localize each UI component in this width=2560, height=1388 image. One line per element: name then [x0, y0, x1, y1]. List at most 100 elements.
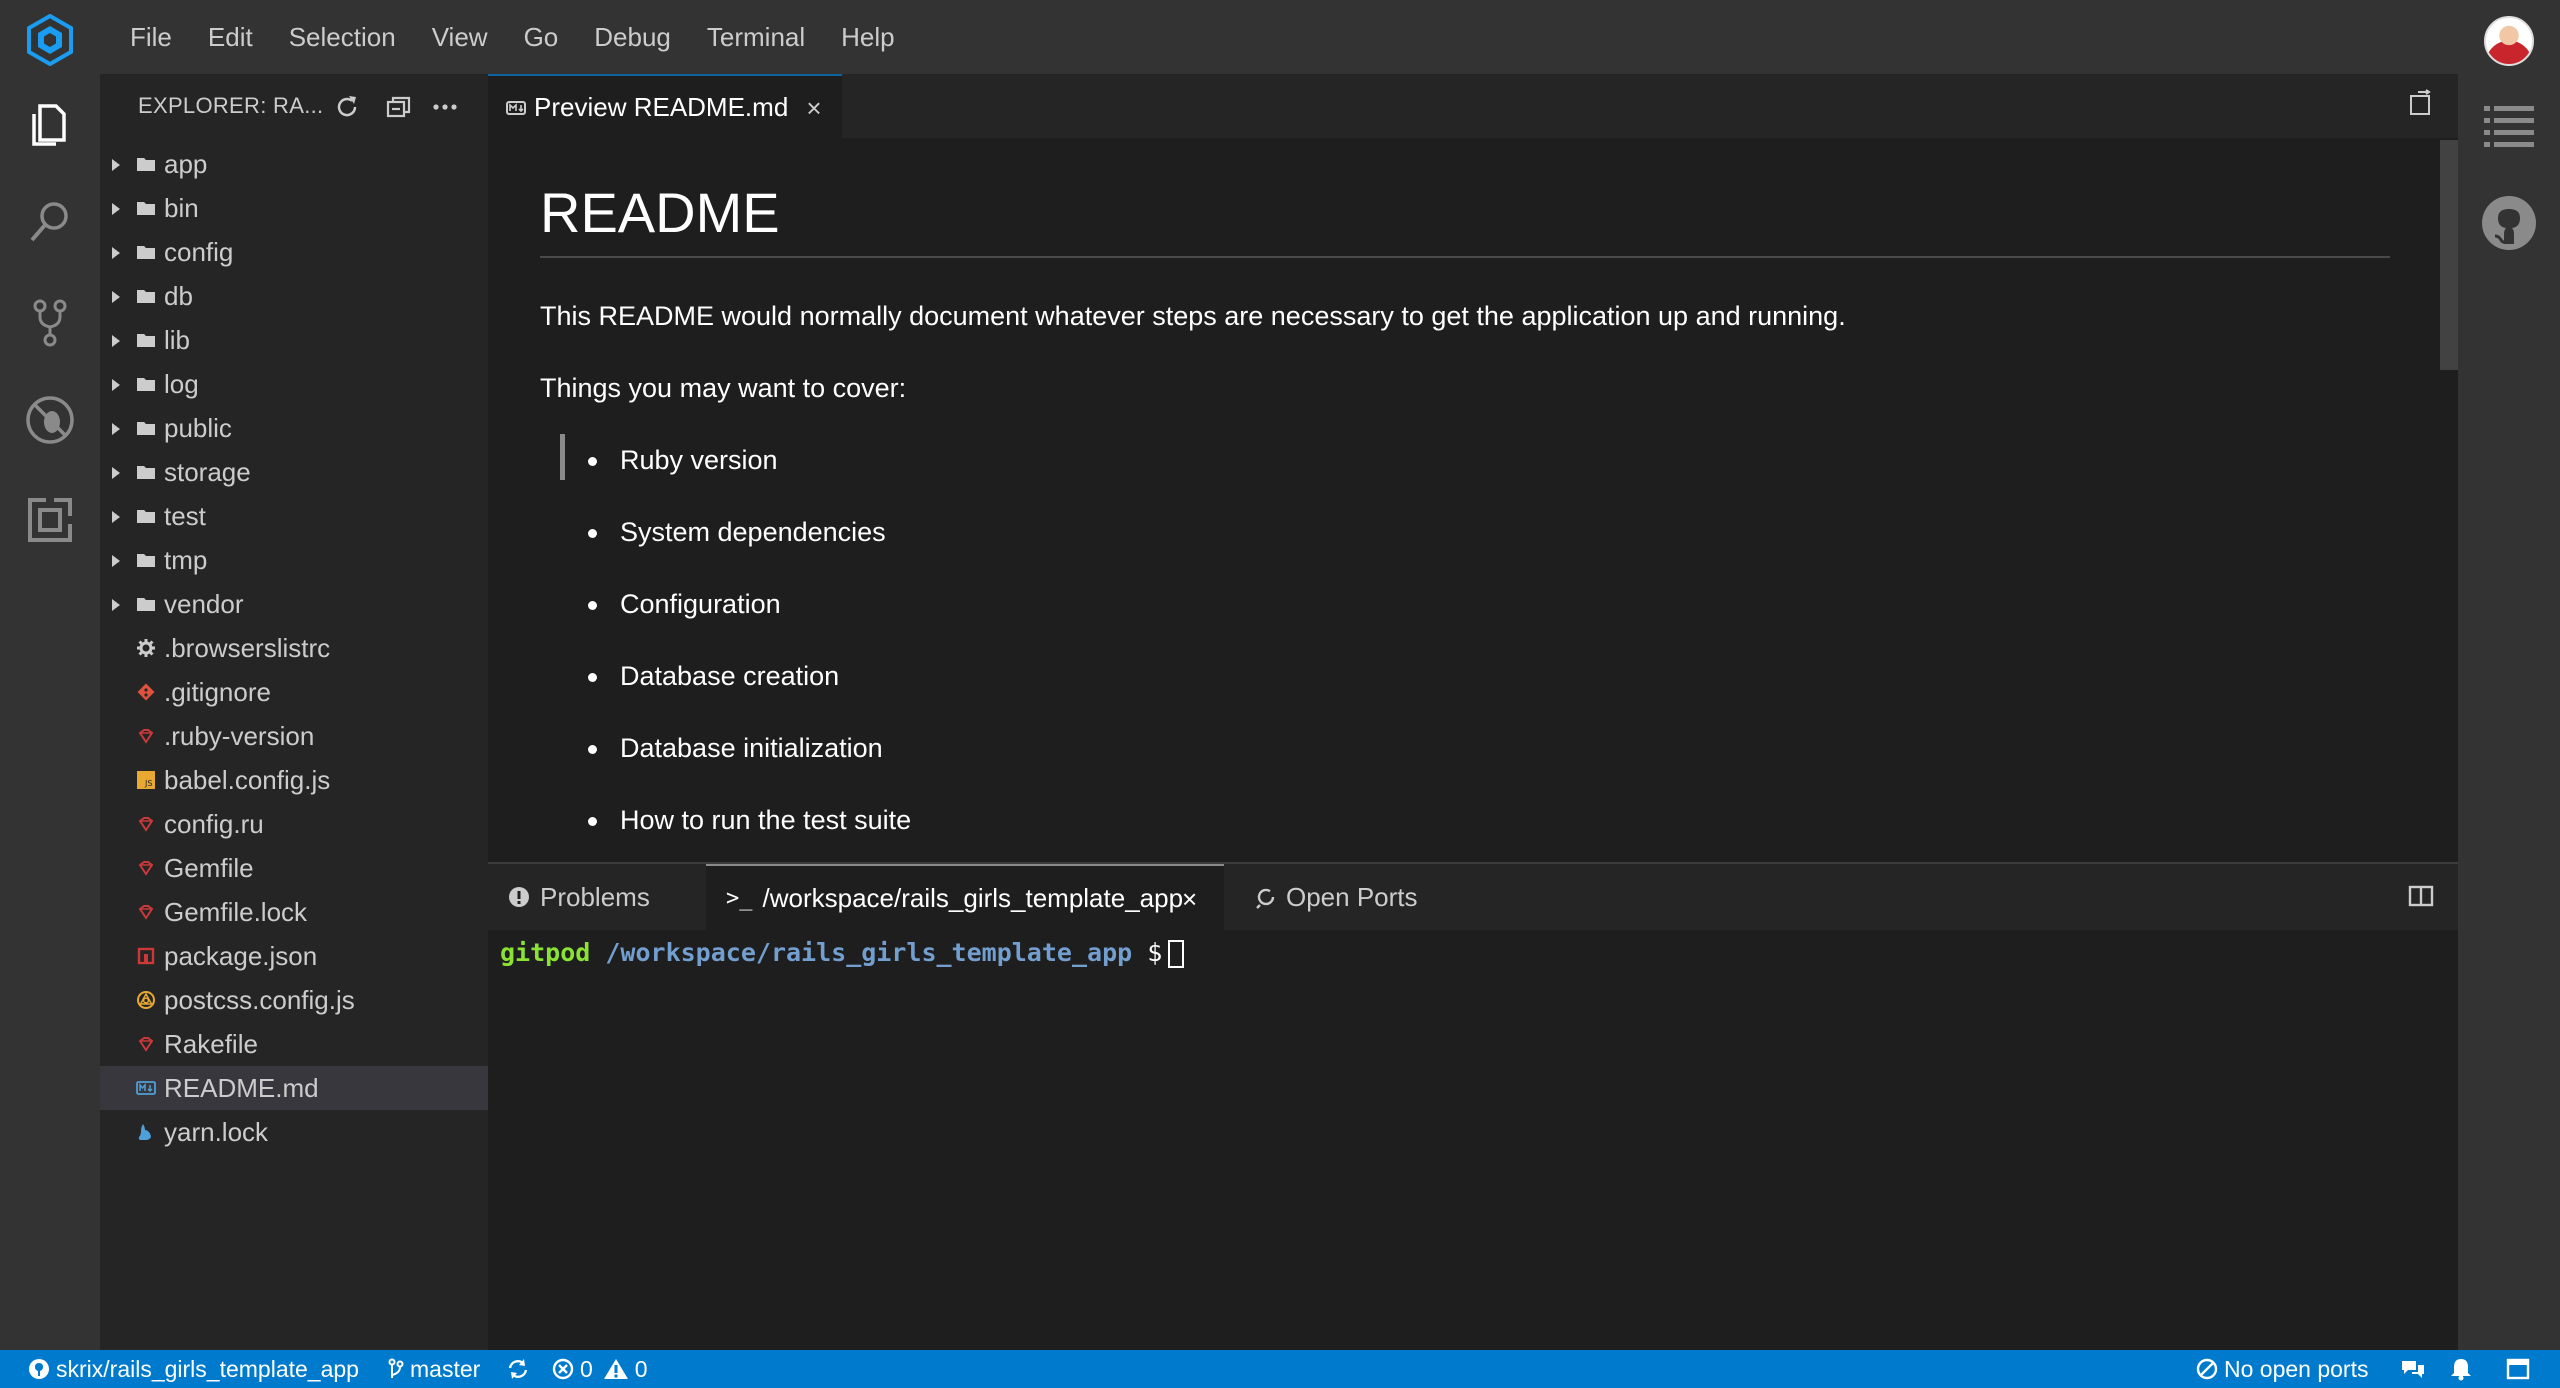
close-terminal-icon[interactable]: × — [1182, 884, 1197, 915]
folder-log[interactable]: log — [100, 362, 488, 406]
menu-file[interactable]: File — [112, 0, 190, 74]
tab-preview-readme[interactable]: Preview README.md × — [488, 74, 842, 138]
file-yarn-lock[interactable]: yarn.lock — [100, 1110, 488, 1154]
folder-label: public — [164, 412, 232, 443]
file-label: babel.config.js — [164, 764, 331, 795]
markdown-preview-icon — [506, 101, 526, 115]
folder-icon — [137, 598, 155, 611]
tab-terminal[interactable]: >_ /workspace/rails_girls_template_app × — [706, 864, 1224, 930]
ruby-icon — [138, 729, 154, 744]
file-config-ru[interactable]: config.ru — [100, 802, 488, 846]
folder-icon — [137, 510, 155, 523]
file-label: Gemfile.lock — [164, 896, 308, 927]
status-ports[interactable]: No open ports — [2196, 1350, 2368, 1388]
outline-list-icon[interactable] — [2482, 102, 2536, 148]
tab-problems[interactable]: Problems — [508, 864, 650, 930]
folder-label: lib — [164, 324, 191, 355]
account-avatar[interactable] — [2484, 16, 2534, 66]
folder-db[interactable]: db — [100, 274, 488, 318]
extensions-icon[interactable] — [22, 492, 78, 548]
chevron-right-icon — [112, 423, 120, 435]
folder-test[interactable]: test — [100, 494, 488, 538]
open-source-icon[interactable] — [2406, 88, 2436, 118]
tab-open-ports[interactable]: Open Ports — [1254, 864, 1418, 930]
git-branch-icon — [388, 1358, 404, 1378]
list-item: How to run the test suite — [540, 802, 2390, 862]
panel-layout-icon[interactable] — [2506, 1358, 2530, 1380]
folder-tmp[interactable]: tmp — [100, 538, 488, 582]
refresh-icon[interactable] — [332, 92, 362, 122]
editor-scrollbar[interactable] — [2440, 140, 2458, 370]
menu-view[interactable]: View — [414, 0, 506, 74]
folder-bin[interactable]: bin — [100, 186, 488, 230]
folder-icon — [137, 554, 155, 567]
source-control-icon[interactable] — [22, 294, 78, 350]
github-icon[interactable] — [2480, 194, 2538, 252]
menu-help[interactable]: Help — [823, 0, 912, 74]
folder-vendor[interactable]: vendor — [100, 582, 488, 626]
file-postcss-config-js[interactable]: postcss.config.js — [100, 978, 488, 1022]
folder-icon — [137, 246, 155, 259]
bottom-panel: Problems >_ /workspace/rails_girls_templ… — [488, 862, 2458, 1350]
list-item-text: Ruby version — [620, 445, 778, 475]
collapse-all-icon[interactable] — [384, 92, 414, 122]
terminal-output[interactable]: gitpod /workspace/rails_girls_template_a… — [500, 938, 1185, 968]
status-branch-label: master — [410, 1355, 481, 1382]
explorer-files-icon[interactable] — [22, 96, 78, 152]
split-panel-icon[interactable] — [2408, 884, 2434, 908]
status-repo-label: skrix/rails_girls_template_app — [56, 1355, 359, 1382]
folder-label: config — [164, 236, 234, 267]
status-warning-count: 0 — [634, 1355, 648, 1382]
file-readme-md[interactable]: README.md — [100, 1066, 488, 1110]
search-icon[interactable] — [22, 194, 78, 250]
menu-debug[interactable]: Debug — [576, 0, 689, 74]
file-babel-config-js[interactable]: JS babel.config.js — [100, 758, 488, 802]
sync-button[interactable] — [506, 1350, 536, 1388]
debug-icon[interactable] — [22, 392, 78, 448]
more-actions-icon[interactable] — [430, 92, 460, 122]
close-tab-icon[interactable]: × — [800, 94, 828, 122]
file-gemfile-lock[interactable]: Gemfile.lock — [100, 890, 488, 934]
activity-bar — [0, 74, 100, 1350]
feedback-icon[interactable] — [2400, 1358, 2426, 1380]
file-gemfile[interactable]: Gemfile — [100, 846, 488, 890]
file-package-json[interactable]: package.json — [100, 934, 488, 978]
terminal-prompt: $ — [1147, 938, 1163, 967]
list-item: Database initialization — [540, 730, 2390, 802]
status-problems[interactable]: 0 0 — [552, 1350, 648, 1388]
folder-lib[interactable]: lib — [100, 318, 488, 362]
folder-app[interactable]: app — [100, 142, 488, 186]
ruby-icon — [138, 861, 154, 876]
file-label: .browserslistrc — [164, 632, 331, 663]
menu-selection[interactable]: Selection — [271, 0, 414, 74]
status-ports-label: No open ports — [2224, 1355, 2369, 1382]
list-item-text: System dependencies — [620, 517, 886, 547]
npm-icon — [137, 947, 155, 965]
file-label: postcss.config.js — [164, 984, 355, 1015]
status-repo[interactable]: skrix/rails_girls_template_app — [28, 1350, 359, 1388]
tab-label: Preview README.md — [534, 91, 789, 122]
file-dot-browserslistrc[interactable]: .browserslistrc — [100, 626, 488, 670]
warning-icon — [603, 1359, 628, 1379]
file-dot-ruby-version[interactable]: .ruby-version — [100, 714, 488, 758]
notifications-bell-icon[interactable] — [2450, 1357, 2472, 1381]
folder-storage[interactable]: storage — [100, 450, 488, 494]
ruby-icon — [138, 817, 154, 832]
gitpod-logo-icon — [27, 14, 73, 66]
menu-go[interactable]: Go — [506, 0, 577, 74]
status-error-count: 0 — [580, 1355, 593, 1382]
chevron-right-icon — [112, 555, 120, 567]
chevron-right-icon — [112, 379, 120, 391]
folder-config[interactable]: config — [100, 230, 488, 274]
file-dot-gitignore[interactable]: .gitignore — [100, 670, 488, 714]
folder-public[interactable]: public — [100, 406, 488, 450]
menu-edit[interactable]: Edit — [190, 0, 271, 74]
file-label: config.ru — [164, 808, 264, 839]
file-rakefile[interactable]: Rakefile — [100, 1022, 488, 1066]
status-branch[interactable]: master — [388, 1350, 480, 1388]
file-label: .gitignore — [164, 676, 271, 707]
chevron-right-icon — [112, 335, 120, 347]
ruby-icon — [138, 1037, 154, 1052]
menu-terminal[interactable]: Terminal — [689, 0, 823, 74]
gear-icon — [137, 639, 155, 657]
